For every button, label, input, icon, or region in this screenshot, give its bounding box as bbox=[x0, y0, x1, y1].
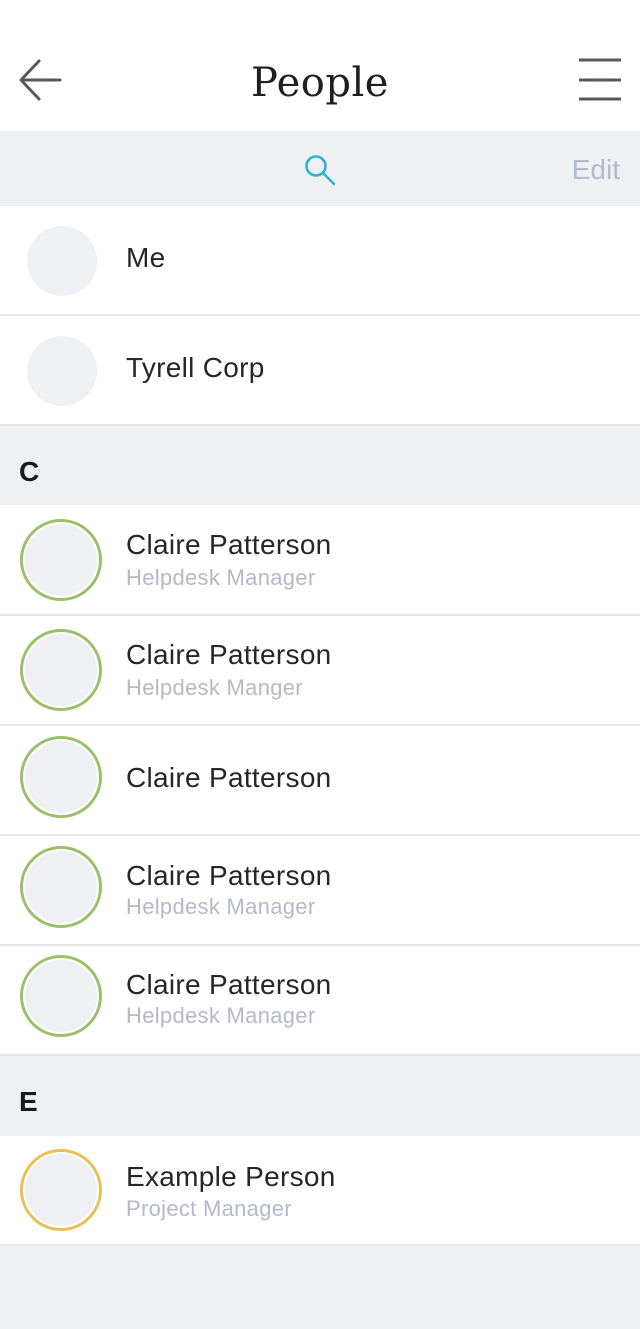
person-role: Helpdesk Manger bbox=[126, 675, 303, 700]
edit-button[interactable]: Edit bbox=[572, 154, 620, 186]
person-name: Claire Patterson bbox=[126, 969, 332, 1000]
list-item[interactable]: Claire Patterson Helpdesk Manager bbox=[0, 836, 640, 946]
person-role: Project Manager bbox=[126, 1196, 292, 1221]
person-role: Helpdesk Manager bbox=[126, 1003, 316, 1028]
list-item[interactable]: Claire Patterson Helpdesk Manger bbox=[0, 616, 640, 726]
page-title: People bbox=[251, 60, 389, 106]
section-header-e: E bbox=[19, 1086, 38, 1117]
list-item[interactable]: Claire Patterson bbox=[0, 726, 640, 836]
person-name: Me bbox=[126, 242, 166, 273]
avatar bbox=[20, 846, 102, 928]
person-name: Claire Patterson bbox=[126, 762, 332, 793]
avatar bbox=[20, 955, 102, 1037]
list-item[interactable]: Example Person Project Manager bbox=[0, 1136, 640, 1246]
search-button[interactable] bbox=[302, 153, 338, 189]
hamburger-menu-icon bbox=[579, 58, 621, 101]
person-role: Helpdesk Manager bbox=[126, 565, 316, 590]
person-name: Claire Patterson bbox=[126, 639, 332, 670]
person-name: Claire Patterson bbox=[126, 860, 332, 891]
person-name: Example Person bbox=[126, 1161, 336, 1192]
list-item[interactable]: Claire Patterson Helpdesk Manager bbox=[0, 505, 640, 616]
menu-button[interactable] bbox=[578, 58, 622, 102]
section-header-c: C bbox=[19, 456, 40, 487]
list-item-organization[interactable]: Tyrell Corp bbox=[0, 316, 640, 426]
avatar bbox=[20, 1149, 102, 1231]
avatar bbox=[20, 629, 102, 711]
avatar bbox=[27, 226, 97, 296]
search-icon bbox=[305, 155, 336, 186]
avatar bbox=[20, 519, 102, 601]
person-name: Claire Patterson bbox=[126, 529, 332, 560]
list-item-me[interactable]: Me bbox=[0, 206, 640, 316]
person-role: Helpdesk Manager bbox=[126, 894, 316, 919]
list-item[interactable]: Claire Patterson Helpdesk Manager bbox=[0, 946, 640, 1056]
person-name: Tyrell Corp bbox=[126, 352, 265, 383]
avatar bbox=[27, 336, 97, 406]
avatar bbox=[20, 736, 102, 818]
